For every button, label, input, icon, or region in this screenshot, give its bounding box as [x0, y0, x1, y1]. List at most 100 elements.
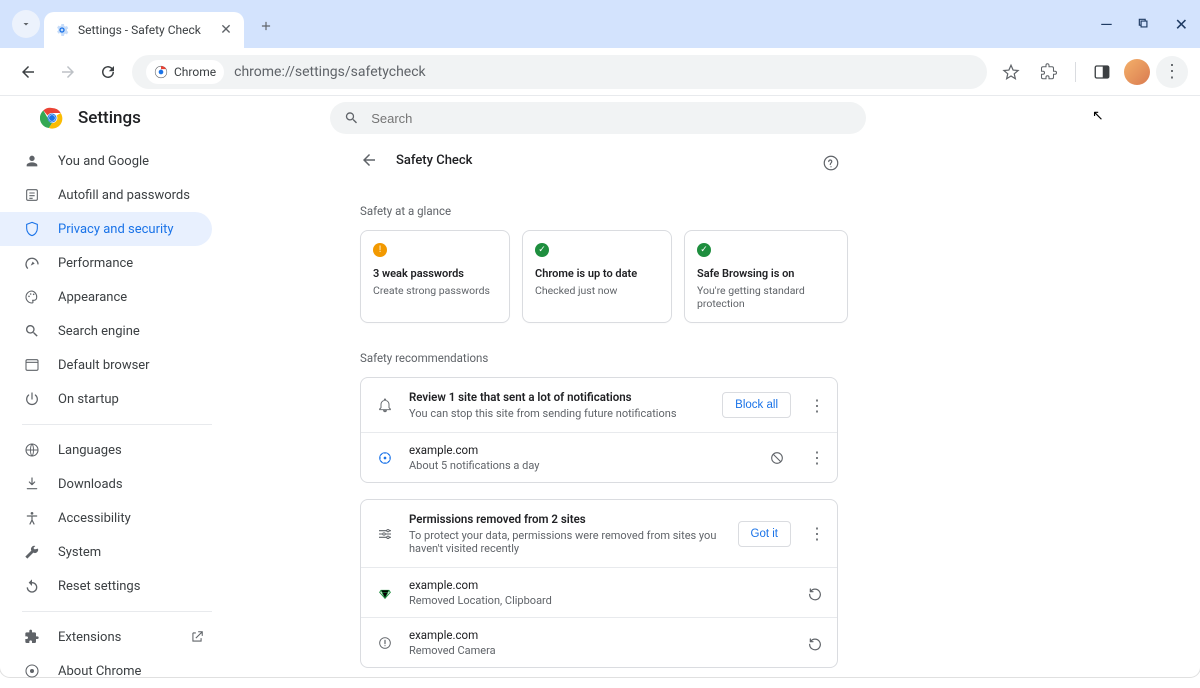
app-title: Settings	[78, 108, 141, 128]
chevron-down-icon	[20, 18, 32, 30]
glance-card-passwords[interactable]: ! 3 weak passwords Create strong passwor…	[360, 230, 510, 323]
arrow-left-icon	[360, 151, 378, 169]
extension-icon	[22, 629, 42, 645]
warning-icon: !	[373, 243, 387, 257]
star-icon	[1002, 63, 1020, 81]
profile-avatar[interactable]	[1124, 59, 1150, 85]
reset-icon	[22, 578, 42, 594]
speed-icon	[22, 255, 42, 271]
sidebar-label: Reset settings	[58, 579, 140, 594]
sidebar-item-extensions[interactable]: Extensions	[0, 620, 212, 654]
reco-row-site: example.com	[409, 628, 793, 642]
glance-card-updates[interactable]: ✓ Chrome is up to date Checked just now	[522, 230, 672, 323]
sidebar-label: Autofill and passwords	[58, 188, 190, 203]
settings-search[interactable]	[330, 102, 866, 134]
browser-icon	[22, 357, 42, 373]
sidebar-item-you-and-google[interactable]: You and Google	[0, 144, 212, 178]
reco-card-permissions: Permissions removed from 2 sites To prot…	[360, 499, 838, 668]
app-menu-button[interactable]: ⋮	[1156, 56, 1188, 88]
reco-row-site: example.com	[409, 578, 793, 592]
maximize-button[interactable]	[1137, 17, 1151, 31]
open-external-icon	[190, 630, 204, 644]
got-it-button[interactable]: Got it	[738, 521, 791, 547]
chrome-logo-icon	[40, 106, 64, 130]
sidebar-label: Accessibility	[58, 511, 131, 526]
arrow-left-icon	[19, 63, 37, 81]
side-panel-button[interactable]	[1086, 56, 1118, 88]
sidebar-item-search-engine[interactable]: Search engine	[0, 314, 212, 348]
tab-search-button[interactable]	[12, 10, 40, 38]
main-panel: Safety Check Safety at a glance ! 3 weak…	[230, 96, 1200, 677]
sidebar-item-reset[interactable]: Reset settings	[0, 569, 212, 603]
restore-icon	[1137, 17, 1151, 31]
reload-icon	[99, 63, 117, 81]
glance-sub: Create strong passwords	[373, 284, 497, 297]
help-button[interactable]	[822, 154, 840, 172]
omnibox[interactable]: Chrome chrome://settings/safetycheck	[132, 55, 987, 89]
undo-button[interactable]	[807, 585, 829, 601]
sidebar-label: Appearance	[58, 290, 127, 305]
forward-button[interactable]	[52, 56, 84, 88]
sidebar-item-system[interactable]: System	[0, 535, 212, 569]
sidebar-item-accessibility[interactable]: Accessibility	[0, 501, 212, 535]
sidebar-item-autofill[interactable]: Autofill and passwords	[0, 178, 212, 212]
reco-menu-button[interactable]: ⋮	[805, 396, 829, 415]
sidebar-label: Languages	[58, 443, 122, 458]
reco-sub: You can stop this site from sending futu…	[409, 407, 708, 420]
search-icon	[344, 110, 359, 126]
site-favicon	[375, 585, 395, 601]
reco-row-detail: About 5 notifications a day	[409, 459, 755, 472]
sidebar-item-about[interactable]: About Chrome	[0, 654, 212, 688]
sidebar-item-default-browser[interactable]: Default browser	[0, 348, 212, 382]
app-header: Settings	[40, 106, 141, 130]
sidebar-item-languages[interactable]: Languages	[0, 433, 212, 467]
reco-title: Permissions removed from 2 sites	[409, 512, 724, 526]
page-header: Safety Check	[360, 144, 1200, 176]
reco-menu-button[interactable]: ⋮	[805, 524, 829, 543]
sidebar-item-on-startup[interactable]: On startup	[0, 382, 212, 416]
glance-title: Chrome is up to date	[535, 267, 659, 280]
minimize-button[interactable]: —	[1100, 15, 1113, 34]
sidebar-item-privacy[interactable]: Privacy and security	[0, 212, 212, 246]
close-window-button[interactable]: ✕	[1175, 15, 1188, 34]
plus-icon	[259, 19, 273, 33]
reco-row-detail: Removed Location, Clipboard	[409, 594, 793, 607]
block-all-button[interactable]: Block all	[722, 392, 791, 418]
omnibox-chip-label: Chrome	[174, 65, 216, 79]
undo-button[interactable]	[807, 635, 829, 651]
sidebar-label: Extensions	[58, 630, 121, 645]
bookmark-button[interactable]	[995, 56, 1027, 88]
settings-search-input[interactable]	[369, 110, 852, 127]
reload-button[interactable]	[92, 56, 124, 88]
extensions-button[interactable]	[1033, 56, 1065, 88]
accessibility-icon	[22, 510, 42, 526]
arrow-right-icon	[59, 63, 77, 81]
sidebar-label: Default browser	[58, 358, 150, 373]
sidebar-separator	[22, 611, 212, 612]
browser-tab[interactable]: Settings - Safety Check ✕	[44, 12, 244, 48]
back-button[interactable]	[12, 56, 44, 88]
sidebar-item-appearance[interactable]: Appearance	[0, 280, 212, 314]
page-back-button[interactable]	[360, 151, 378, 169]
block-site-button[interactable]	[769, 450, 791, 466]
omnibox-url: chrome://settings/safetycheck	[234, 64, 426, 80]
browser-toolbar: Chrome chrome://settings/safetycheck ⋮	[0, 48, 1200, 96]
toolbar-right: ⋮	[995, 56, 1188, 88]
reco-sub: To protect your data, permissions were r…	[409, 529, 724, 555]
reco-section-label: Safety recommendations	[360, 351, 1200, 365]
new-tab-button[interactable]	[252, 12, 280, 40]
sidebar-label: About Chrome	[58, 664, 141, 679]
sidebar-label: Privacy and security	[58, 222, 174, 237]
tab-title: Settings - Safety Check	[78, 23, 210, 37]
reco-site-row: example.com About 5 notifications a day …	[361, 432, 837, 482]
sidebar-label: You and Google	[58, 154, 149, 169]
close-tab-button[interactable]: ✕	[218, 22, 234, 38]
sidebar-item-performance[interactable]: Performance	[0, 246, 212, 280]
sidebar-item-downloads[interactable]: Downloads	[0, 467, 212, 501]
puzzle-icon	[1040, 63, 1058, 81]
row-menu-button[interactable]: ⋮	[805, 448, 829, 467]
reco-card-notifications: Review 1 site that sent a lot of notific…	[360, 377, 838, 483]
glance-card-safe-browsing[interactable]: ✓ Safe Browsing is on You're getting sta…	[684, 230, 848, 323]
check-icon: ✓	[697, 243, 711, 257]
reco-header: Permissions removed from 2 sites To prot…	[361, 500, 837, 567]
